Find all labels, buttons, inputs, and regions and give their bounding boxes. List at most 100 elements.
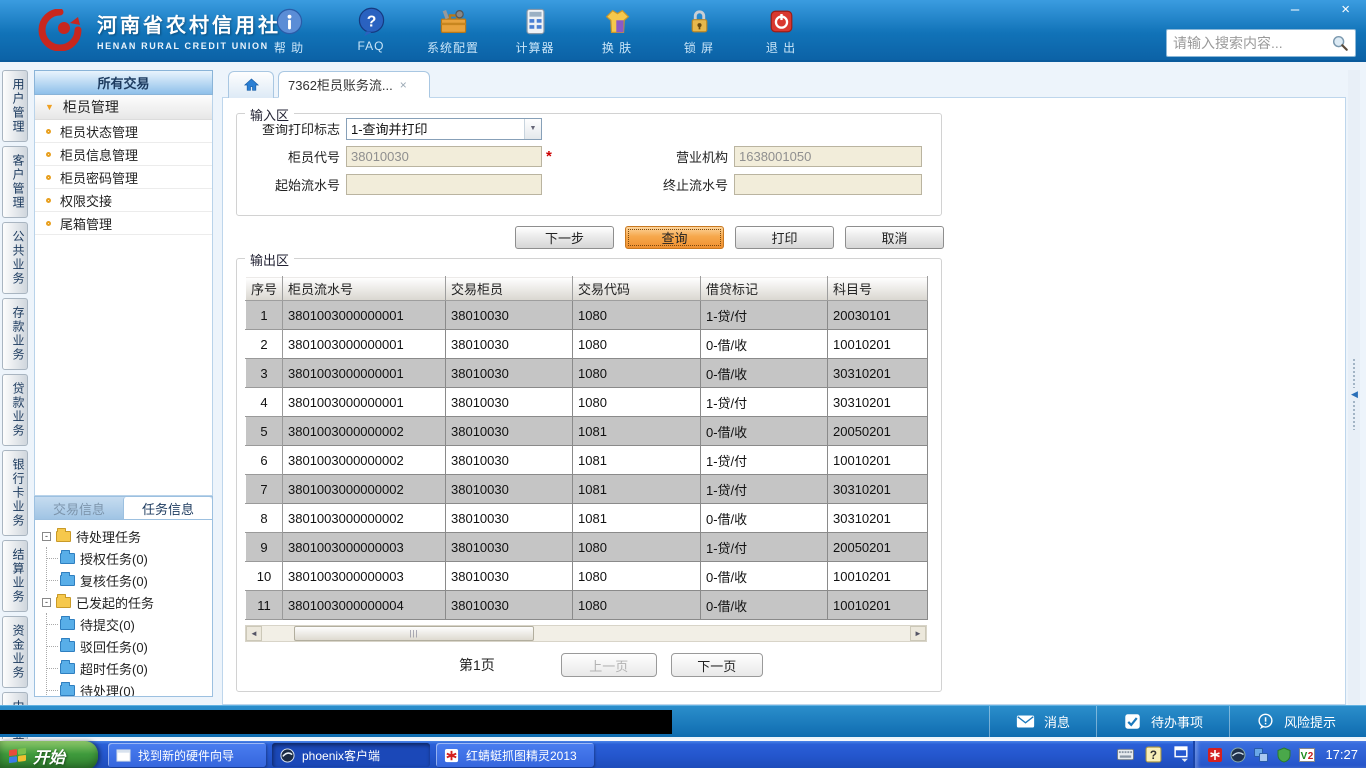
table-row[interactable]: 9 3801003000000003 38010030 1080 1-贷/付 200502… [245, 532, 928, 562]
folder-icon [60, 659, 75, 674]
todo-button[interactable]: 待办事项 [1095, 706, 1229, 737]
keyboard-icon[interactable] [1117, 746, 1134, 763]
table-row[interactable]: 2 3801003000000001 38010030 1080 0-借/收 100102… [245, 329, 928, 359]
query-print-flag-select[interactable]: 1-查询并打印 ▼ [346, 117, 542, 140]
tab-teller-account-flow[interactable]: 7362柜员账务流... × [278, 71, 430, 98]
horizontal-scrollbar[interactable]: ◄ ||| ► [245, 625, 927, 642]
scrollbar-thumb[interactable]: ||| [294, 626, 534, 641]
sidebar-item-3[interactable]: 柜员密码管理 [35, 166, 212, 189]
calculator-button[interactable]: 计算器 [506, 7, 564, 56]
messages-button[interactable]: 消息 [988, 706, 1096, 737]
side-tab-3[interactable]: 公共业务 [2, 222, 28, 294]
input-method-tray-icon[interactable]: V2 [1299, 747, 1316, 763]
taskbar-quick-icons: ? [1117, 741, 1190, 768]
table-cell: 38010030 [445, 503, 573, 533]
network-tray-icon[interactable] [1253, 747, 1269, 763]
dragonfly-tray-icon[interactable] [1207, 747, 1223, 763]
sidebar-header-all-transactions[interactable]: 所有交易 [34, 70, 213, 95]
next-page-button[interactable]: 下一页 [670, 653, 763, 677]
tree-leaf[interactable]: 待处理(0) [47, 679, 212, 696]
side-tab-6[interactable]: 银行卡业务 [2, 450, 28, 536]
tree-leaf[interactable]: 授权任务(0) [47, 547, 212, 569]
table-cell: 30310201 [827, 503, 928, 533]
start-serial-field[interactable] [346, 174, 542, 195]
window-icon [116, 748, 131, 762]
exit-button[interactable]: 退 出 [752, 7, 810, 56]
tree-node[interactable]: - 已发起的任务 [42, 591, 212, 613]
minimize-button[interactable]: – [1285, 1, 1305, 19]
folder-icon [56, 593, 71, 608]
help-button[interactable]: 帮 助 [260, 7, 318, 56]
scroll-left-icon[interactable]: ◄ [246, 626, 262, 641]
table-row[interactable]: 6 3801003000000002 38010030 1081 1-贷/付 100102… [245, 445, 928, 475]
select-dropdown-icon[interactable]: ▼ [524, 118, 541, 139]
column-header[interactable]: 科目号 [827, 276, 928, 301]
globe-tray-icon[interactable] [1230, 747, 1246, 763]
tree-leaf[interactable]: 超时任务(0) [47, 657, 212, 679]
tab-close-icon[interactable]: × [400, 78, 407, 92]
help-tray-icon[interactable]: ? [1145, 746, 1162, 763]
table-row[interactable]: 1 3801003000000001 38010030 1080 1-贷/付 200301… [245, 300, 928, 330]
table-row[interactable]: 11 3801003000000004 38010030 1080 0-借/收 10010… [245, 590, 928, 620]
sidebar-item-1[interactable]: 柜员状态管理 [35, 120, 212, 143]
branch-field[interactable] [734, 146, 922, 167]
panel-collapse-handle[interactable]: ◀ [1351, 358, 1358, 430]
column-header[interactable]: 借贷标记 [700, 276, 828, 301]
sidebar-item-4[interactable]: 权限交接 [35, 189, 212, 212]
start-button[interactable]: 开始 [0, 741, 98, 768]
cancel-button[interactable]: 取消 [845, 226, 944, 249]
window-controls: – × [1285, 1, 1356, 19]
faq-button[interactable]: ? FAQ [342, 7, 400, 56]
end-serial-field[interactable] [734, 174, 922, 195]
side-tab-1[interactable]: 用户管理 [2, 70, 28, 142]
table-row[interactable]: 3 3801003000000001 38010030 1080 0-借/收 303102… [245, 358, 928, 388]
tree-collapse-icon[interactable]: - [42, 597, 51, 607]
side-tab-4[interactable]: 存款业务 [2, 298, 28, 370]
change-skin-button[interactable]: 换 肤 [588, 7, 646, 56]
sidebar-item-5[interactable]: 尾箱管理 [35, 212, 212, 235]
next-step-button[interactable]: 下一步 [515, 226, 614, 249]
column-header[interactable]: 交易代码 [572, 276, 701, 301]
shield-tray-icon[interactable] [1276, 746, 1292, 763]
side-tab-8[interactable]: 资金业务 [2, 616, 28, 688]
system-config-button[interactable]: 系统配置 [424, 7, 482, 56]
side-tab-2[interactable]: 客户管理 [2, 146, 28, 218]
tree-leaf[interactable]: 待提交(0) [47, 613, 212, 635]
tree-collapse-icon[interactable]: - [42, 531, 51, 541]
side-tab-7[interactable]: 结算业务 [2, 540, 28, 612]
table-row[interactable]: 8 3801003000000002 38010030 1081 0-借/收 303102… [245, 503, 928, 533]
query-button[interactable]: 查询 [625, 226, 724, 249]
tree-leaf[interactable]: 驳回任务(0) [47, 635, 212, 657]
teller-code-field[interactable] [346, 146, 542, 167]
sidebar-group-teller-management[interactable]: ▼ 柜员管理 [35, 95, 212, 120]
sidebar-item-2[interactable]: 柜员信息管理 [35, 143, 212, 166]
risk-alert-button[interactable]: 风险提示 [1228, 706, 1362, 737]
tab-task-info[interactable]: 任务信息 [123, 497, 212, 519]
task-screenshot-tool[interactable]: 红蜻蜓抓图精灵2013 [436, 743, 594, 767]
column-header[interactable]: 序号 [245, 276, 283, 301]
task-hardware-wizard[interactable]: 找到新的硬件向导 [108, 743, 266, 767]
table-cell: 38010030 [445, 329, 573, 359]
search-icon[interactable] [1331, 34, 1349, 52]
table-row[interactable]: 5 3801003000000002 38010030 1081 0-借/收 200502… [245, 416, 928, 446]
close-button[interactable]: × [1335, 1, 1356, 19]
column-header[interactable]: 交易柜员 [445, 276, 573, 301]
scroll-right-icon[interactable]: ► [910, 626, 926, 641]
row-number-cell: 5 [245, 416, 283, 446]
table-row[interactable]: 10 3801003000000003 38010030 1080 0-借/收 10010… [245, 561, 928, 591]
search-input[interactable] [1173, 35, 1331, 51]
print-button[interactable]: 打印 [735, 226, 834, 249]
task-phoenix-client[interactable]: phoenix客户端 [272, 743, 430, 767]
column-header[interactable]: 柜员流水号 [282, 276, 446, 301]
table-row[interactable]: 7 3801003000000002 38010030 1081 1-贷/付 303102… [245, 474, 928, 504]
prev-page-button[interactable]: 上一页 [560, 653, 657, 677]
tab-trade-info[interactable]: 交易信息 [35, 497, 123, 519]
tree-node[interactable]: - 待处理任务 [42, 525, 212, 547]
lock-screen-button[interactable]: 锁 屏 [670, 7, 728, 56]
tab-home[interactable] [228, 71, 274, 98]
restore-window-icon[interactable] [1173, 746, 1190, 763]
tree-leaf[interactable]: 复核任务(0) [47, 569, 212, 591]
tree-leaf-label: 超时任务(0) [80, 661, 148, 677]
side-tab-5[interactable]: 贷款业务 [2, 374, 28, 446]
table-row[interactable]: 4 3801003000000001 38010030 1080 1-贷/付 303102… [245, 387, 928, 417]
